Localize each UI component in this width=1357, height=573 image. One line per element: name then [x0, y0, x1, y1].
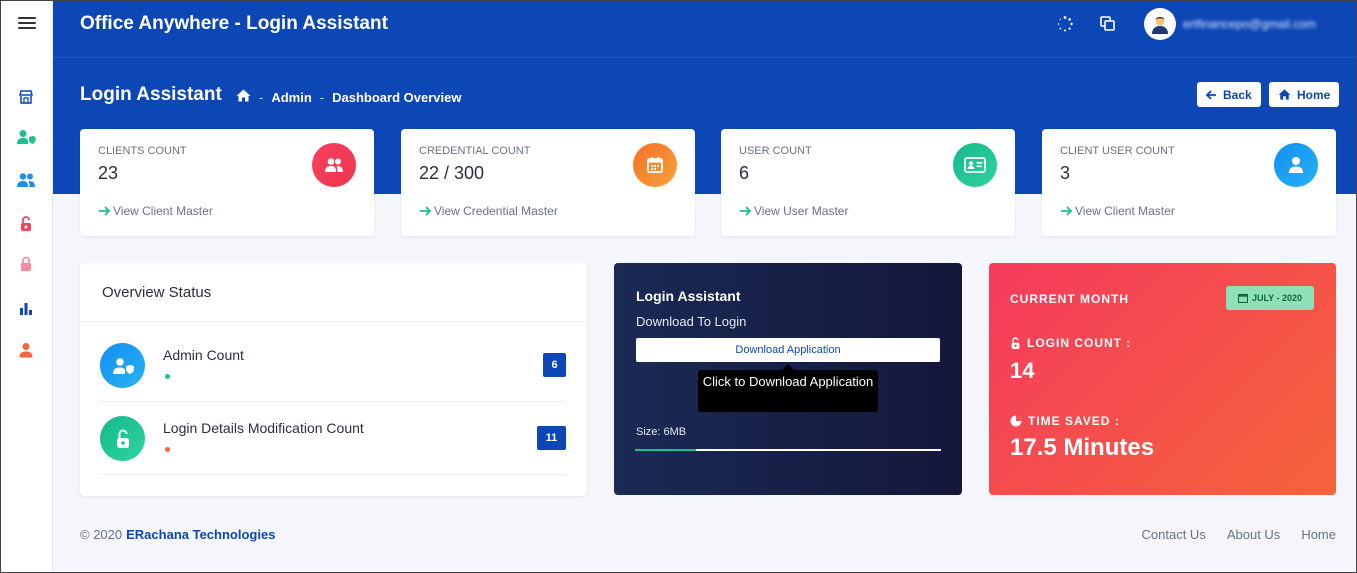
download-title: Login Assistant [636, 288, 741, 304]
bar-chart-icon[interactable] [16, 298, 36, 318]
id-card-icon [953, 143, 997, 187]
footer-home-link[interactable]: Home [1301, 527, 1336, 542]
login-details-modification-count-label: Login Details Modification Count [163, 420, 364, 436]
breadcrumb: - Admin - Dashboard Overview [236, 89, 461, 105]
view-client-master-link[interactable]: View Client Master [98, 204, 213, 218]
calendar-icon [633, 143, 677, 187]
list-item: Admin Count 6 [100, 322, 566, 402]
download-size: Size: 6MB [636, 426, 687, 438]
users-icon [312, 143, 356, 187]
footer-copyright: © 2020 ERachana Technologies [80, 527, 276, 542]
card-label: CLIENT USER COUNT [1060, 145, 1175, 157]
login-count-value: 14 [1010, 358, 1035, 383]
home-icon[interactable] [236, 89, 251, 105]
store-icon[interactable] [16, 87, 36, 107]
about-us-link[interactable]: About Us [1227, 527, 1280, 542]
status-dot [165, 374, 170, 379]
card-value: 6 [739, 163, 750, 183]
back-button[interactable]: Back [1197, 82, 1261, 107]
app-title: Office Anywhere - Login Assistant [80, 13, 388, 34]
unlock-icon [1011, 336, 1020, 349]
calendar-icon [1237, 293, 1248, 303]
breadcrumb-dashboard-overview: Dashboard Overview [332, 89, 462, 105]
time-saved-label: TIME SAVED : [1010, 414, 1120, 428]
contact-us-link[interactable]: Contact Us [1142, 527, 1206, 542]
menu-icon[interactable] [18, 17, 36, 29]
view-client-master-link[interactable]: View Client Master [1060, 204, 1175, 218]
lock-icon[interactable] [16, 254, 36, 274]
arrow-right-icon [99, 206, 110, 216]
user-avatar[interactable] [1144, 8, 1176, 40]
card-value: 3 [1060, 163, 1071, 183]
user-icon [1274, 143, 1318, 187]
user-icon[interactable] [16, 340, 36, 360]
users-icon[interactable] [16, 170, 36, 190]
arrow-right-icon [1061, 206, 1072, 216]
client-user-count-card: CLIENT USER COUNT 3 View Client Master [1042, 129, 1336, 236]
view-user-master-link[interactable]: View User Master [739, 204, 848, 218]
card-value: 23 [98, 163, 119, 183]
download-progress-fill [635, 449, 697, 451]
window-icon[interactable] [1099, 15, 1117, 33]
home-button[interactable]: Home [1269, 82, 1340, 107]
breadcrumb-admin[interactable]: Admin [271, 90, 311, 105]
download-application-button[interactable]: Download Application [636, 338, 940, 362]
spinner-icon[interactable] [1056, 15, 1074, 33]
credential-count-card: CREDENTIAL COUNT 22 / 300 View Credentia… [401, 129, 695, 236]
arrow-left-icon [1206, 89, 1216, 100]
login-details-modification-count-badge: 11 [537, 426, 566, 450]
pie-chart-icon [1010, 415, 1022, 427]
home-icon [1278, 89, 1291, 100]
card-label: CREDENTIAL COUNT [419, 145, 531, 157]
unlock-icon[interactable] [16, 214, 36, 234]
list-item: Login Details Modification Count 11 [100, 402, 566, 475]
user-shield-icon [100, 343, 145, 388]
status-dot [165, 447, 170, 452]
footer-links: Contact Us About Us Home [1142, 527, 1336, 542]
admin-count-badge: 6 [543, 353, 566, 377]
unlock-icon [100, 416, 145, 461]
card-value: 22 / 300 [419, 163, 485, 183]
time-saved-value: 17.5 Minutes [1010, 434, 1155, 461]
download-tooltip: Click to Download Application [698, 364, 878, 412]
login-count-label: LOGIN COUNT : [1010, 336, 1131, 350]
view-credential-master-link[interactable]: View Credential Master [419, 204, 558, 218]
card-label: USER COUNT [739, 145, 812, 157]
download-subtitle: Download To Login [636, 314, 747, 329]
top-navbar: Office Anywhere - Login Assistant ertfin… [53, 0, 1357, 57]
overview-status-panel: Overview Status Admin Count 6 Login Deta… [80, 263, 587, 496]
current-month-label: CURRENT MONTH [1010, 292, 1129, 306]
page-title: Login Assistant [80, 84, 222, 105]
sidebar [0, 0, 53, 573]
clients-count-card: CLIENTS COUNT 23 View Client Master [80, 129, 374, 236]
user-shield-icon[interactable] [16, 127, 36, 147]
card-label: CLIENTS COUNT [98, 145, 187, 157]
user-count-card: USER COUNT 6 View User Master [721, 129, 1015, 236]
admin-count-label: Admin Count [163, 347, 244, 363]
download-progress-bar [635, 449, 941, 451]
month-badge: JULY - 2020 [1225, 286, 1314, 310]
download-panel: Login Assistant Download To Login Downlo… [614, 263, 962, 495]
company-link[interactable]: ERachana Technologies [126, 527, 275, 542]
current-month-panel: CURRENT MONTH JULY - 2020 LOGIN COUNT : … [989, 263, 1336, 495]
arrow-right-icon [740, 206, 751, 216]
arrow-right-icon [420, 206, 431, 216]
user-email[interactable]: ertfinancepo@gmail.com [1183, 17, 1316, 31]
overview-title: Overview Status [102, 284, 212, 301]
